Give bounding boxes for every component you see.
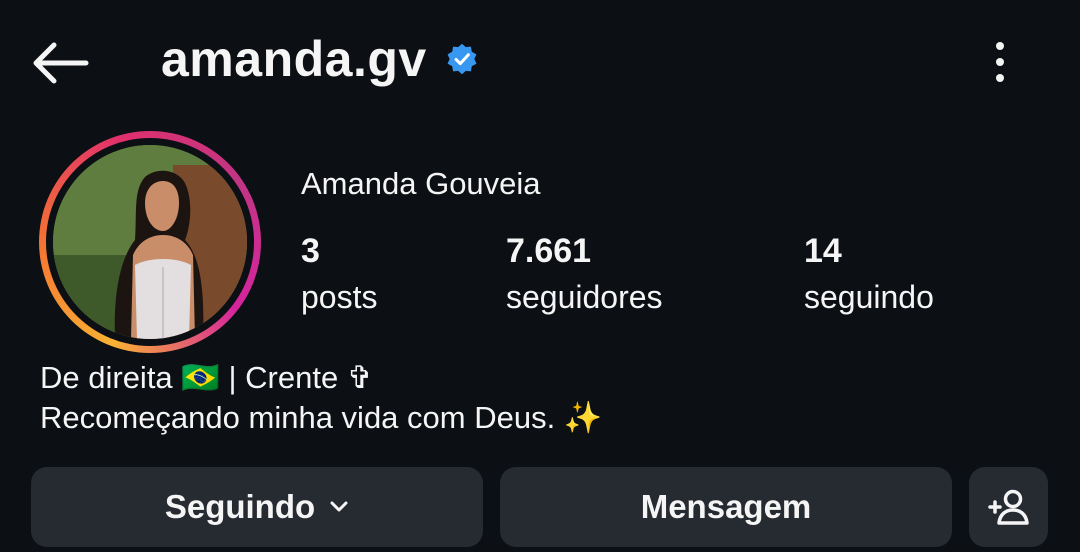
profile-header: amanda.gv	[0, 0, 1080, 130]
add-person-icon	[987, 489, 1029, 525]
more-vertical-icon	[996, 42, 1004, 82]
bio-line-2: Recomeçando minha vida com Deus. ✨	[40, 400, 603, 435]
bio-line-1: De direita 🇧🇷 | Crente ✞	[40, 360, 373, 395]
story-ring[interactable]	[39, 131, 261, 353]
username-container: amanda.gv	[161, 30, 479, 88]
more-options-button[interactable]	[985, 40, 1015, 84]
stat-posts[interactable]: 3 posts	[301, 232, 377, 316]
stat-followers-value: 7.661	[506, 232, 592, 270]
stat-following-value: 14	[804, 232, 842, 270]
following-button-label: Seguindo	[164, 488, 316, 525]
avatar	[53, 145, 247, 339]
stat-posts-label: posts	[301, 279, 378, 315]
back-button[interactable]	[30, 38, 90, 88]
message-button-label: Mensagem	[640, 488, 812, 525]
following-button[interactable]: Seguindo	[31, 467, 483, 547]
back-arrow-icon	[33, 42, 89, 84]
chevron-down-icon	[330, 501, 348, 512]
verified-badge-icon	[447, 43, 477, 75]
stat-following-label: seguindo	[804, 279, 934, 315]
username: amanda.gv	[161, 31, 427, 87]
stat-following[interactable]: 14 seguindo	[804, 232, 934, 316]
suggest-people-button[interactable]	[969, 467, 1048, 547]
stat-posts-value: 3	[301, 232, 320, 270]
profile-photo	[53, 145, 247, 339]
stat-followers-label: seguidores	[506, 279, 663, 315]
bio: De direita 🇧🇷 | Crente ✞ Recomeçando min…	[40, 358, 602, 438]
stat-followers[interactable]: 7.661 seguidores	[506, 232, 663, 316]
display-name: Amanda Gouveia	[301, 166, 541, 201]
message-button[interactable]: Mensagem	[500, 467, 952, 547]
